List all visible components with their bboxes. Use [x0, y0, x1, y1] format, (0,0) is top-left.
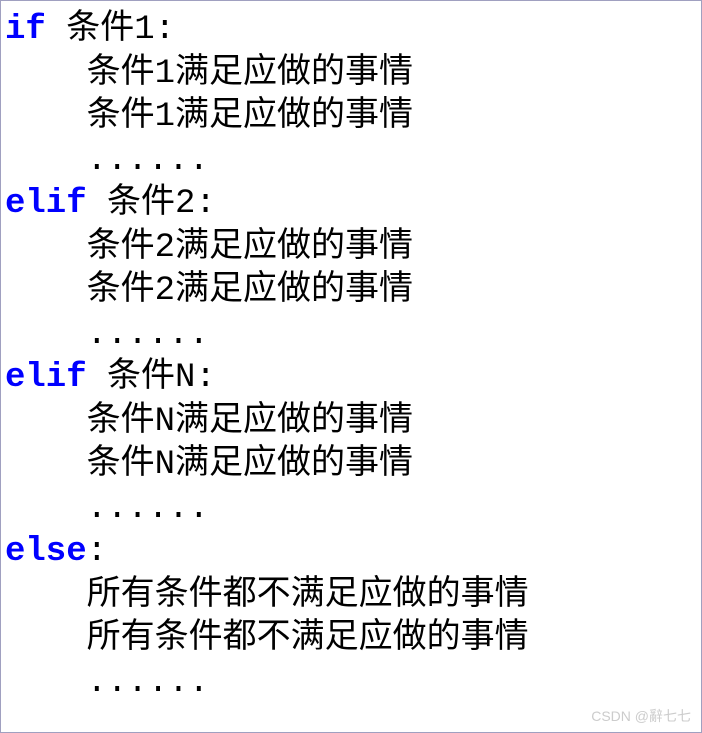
code-text: 条件N: [87, 359, 216, 397]
code-line: ...... [5, 140, 697, 184]
keyword: else [5, 533, 87, 571]
code-text: ...... [87, 490, 209, 528]
code-line: else: [5, 531, 697, 575]
code-text: 条件1满足应做的事情 [87, 98, 413, 136]
keyword: elif [5, 359, 87, 397]
code-text: 条件2满足应做的事情 [87, 272, 413, 310]
code-line: 条件N满足应做的事情 [5, 444, 697, 488]
watermark: CSDN @辭七七 [591, 708, 691, 726]
code-text: : [87, 533, 107, 571]
code-text: ...... [87, 316, 209, 354]
code-line: 条件N满足应做的事情 [5, 401, 697, 445]
code-line: 条件2满足应做的事情 [5, 227, 697, 271]
code-line: 所有条件都不满足应做的事情 [5, 618, 697, 662]
code-line: 条件2满足应做的事情 [5, 270, 697, 314]
code-text: 条件1满足应做的事情 [87, 55, 413, 93]
code-line: 所有条件都不满足应做的事情 [5, 575, 697, 619]
code-text: 条件N满足应做的事情 [87, 403, 413, 441]
code-text: ...... [87, 664, 209, 702]
code-line: ...... [5, 314, 697, 358]
code-text: 所有条件都不满足应做的事情 [87, 620, 529, 658]
code-line: ...... [5, 662, 697, 706]
keyword: if [5, 11, 46, 49]
code-line: elif 条件N: [5, 357, 697, 401]
code-text: 条件1: [46, 11, 175, 49]
code-line: elif 条件2: [5, 183, 697, 227]
code-text: 条件N满足应做的事情 [87, 446, 413, 484]
code-line: ...... [5, 488, 697, 532]
code-line: 条件1满足应做的事情 [5, 53, 697, 97]
code-block: if 条件1: 条件1满足应做的事情 条件1满足应做的事情 ......elif… [5, 9, 697, 705]
code-text: ...... [87, 142, 209, 180]
code-text: 所有条件都不满足应做的事情 [87, 577, 529, 615]
code-text: 条件2: [87, 185, 216, 223]
code-line: 条件1满足应做的事情 [5, 96, 697, 140]
code-line: if 条件1: [5, 9, 697, 53]
code-text: 条件2满足应做的事情 [87, 229, 413, 267]
keyword: elif [5, 185, 87, 223]
